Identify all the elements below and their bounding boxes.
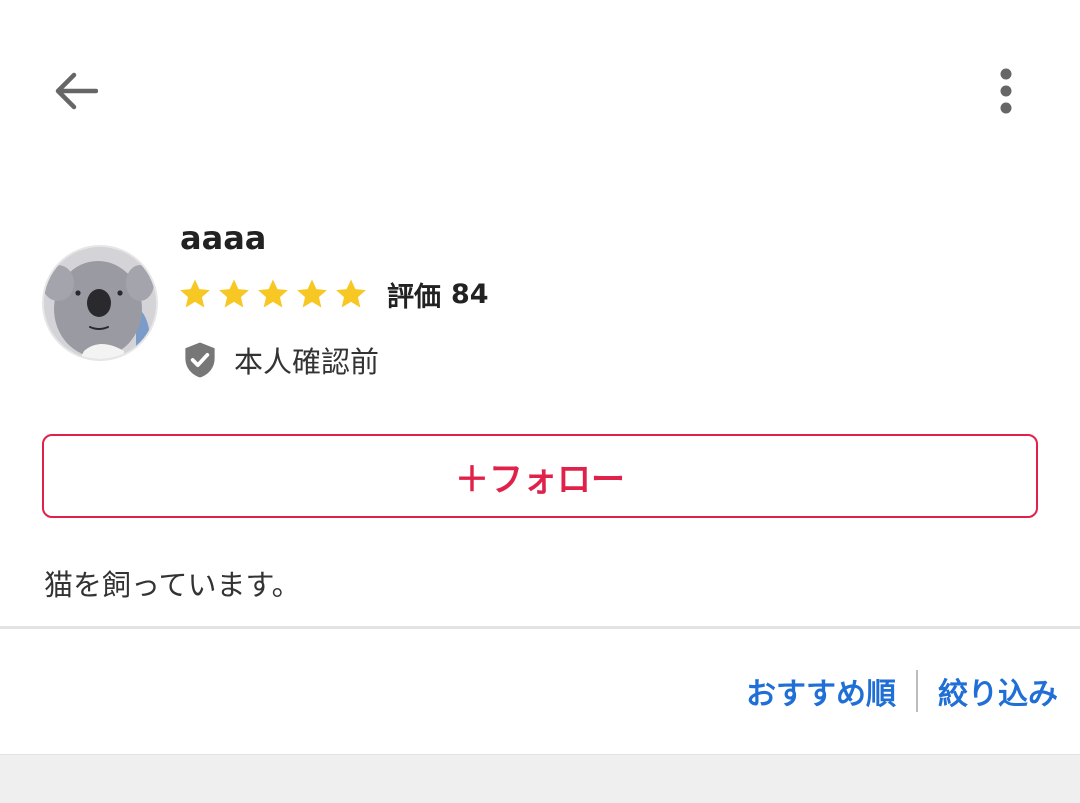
- more-options-button[interactable]: [980, 60, 1032, 122]
- link-separator: [916, 670, 918, 712]
- bottom-background-strip: [0, 754, 1080, 803]
- verification-status: 本人確認前: [182, 338, 379, 382]
- more-vertical-icon: [1000, 68, 1012, 114]
- sort-filter-bar: おすすめ順 絞り込み: [0, 629, 1080, 754]
- shield-check-icon: [185, 342, 215, 378]
- arrow-left-icon: [55, 72, 98, 110]
- star-icon: [180, 279, 210, 308]
- profile-page: aaaa 評価 84 本人確認前 ＋フォロー 猫を飼っています。 おすすめ順 絞…: [0, 0, 1080, 803]
- star-icon: [258, 279, 288, 308]
- verification-text: 本人確認前: [234, 345, 380, 379]
- follow-button[interactable]: ＋フォロー: [42, 434, 1038, 518]
- username: aaaa: [180, 219, 267, 257]
- filter-link[interactable]: 絞り込み: [938, 669, 1058, 713]
- star-icon: [219, 279, 249, 308]
- rating-count: 84: [451, 278, 489, 310]
- sort-filter-links: おすすめ順 絞り込み: [746, 669, 1058, 713]
- star-icon: [336, 279, 366, 308]
- rating-label: 評価: [387, 281, 441, 313]
- star-icon: [297, 279, 327, 308]
- rating-row[interactable]: 評価 84: [178, 272, 489, 316]
- koala-avatar-icon: [44, 247, 156, 359]
- profile-bio: 猫を飼っています。: [44, 568, 301, 602]
- back-button[interactable]: [44, 60, 106, 122]
- avatar[interactable]: [42, 245, 158, 361]
- sort-recommended-link[interactable]: おすすめ順: [746, 669, 896, 713]
- star-rating: [178, 277, 373, 311]
